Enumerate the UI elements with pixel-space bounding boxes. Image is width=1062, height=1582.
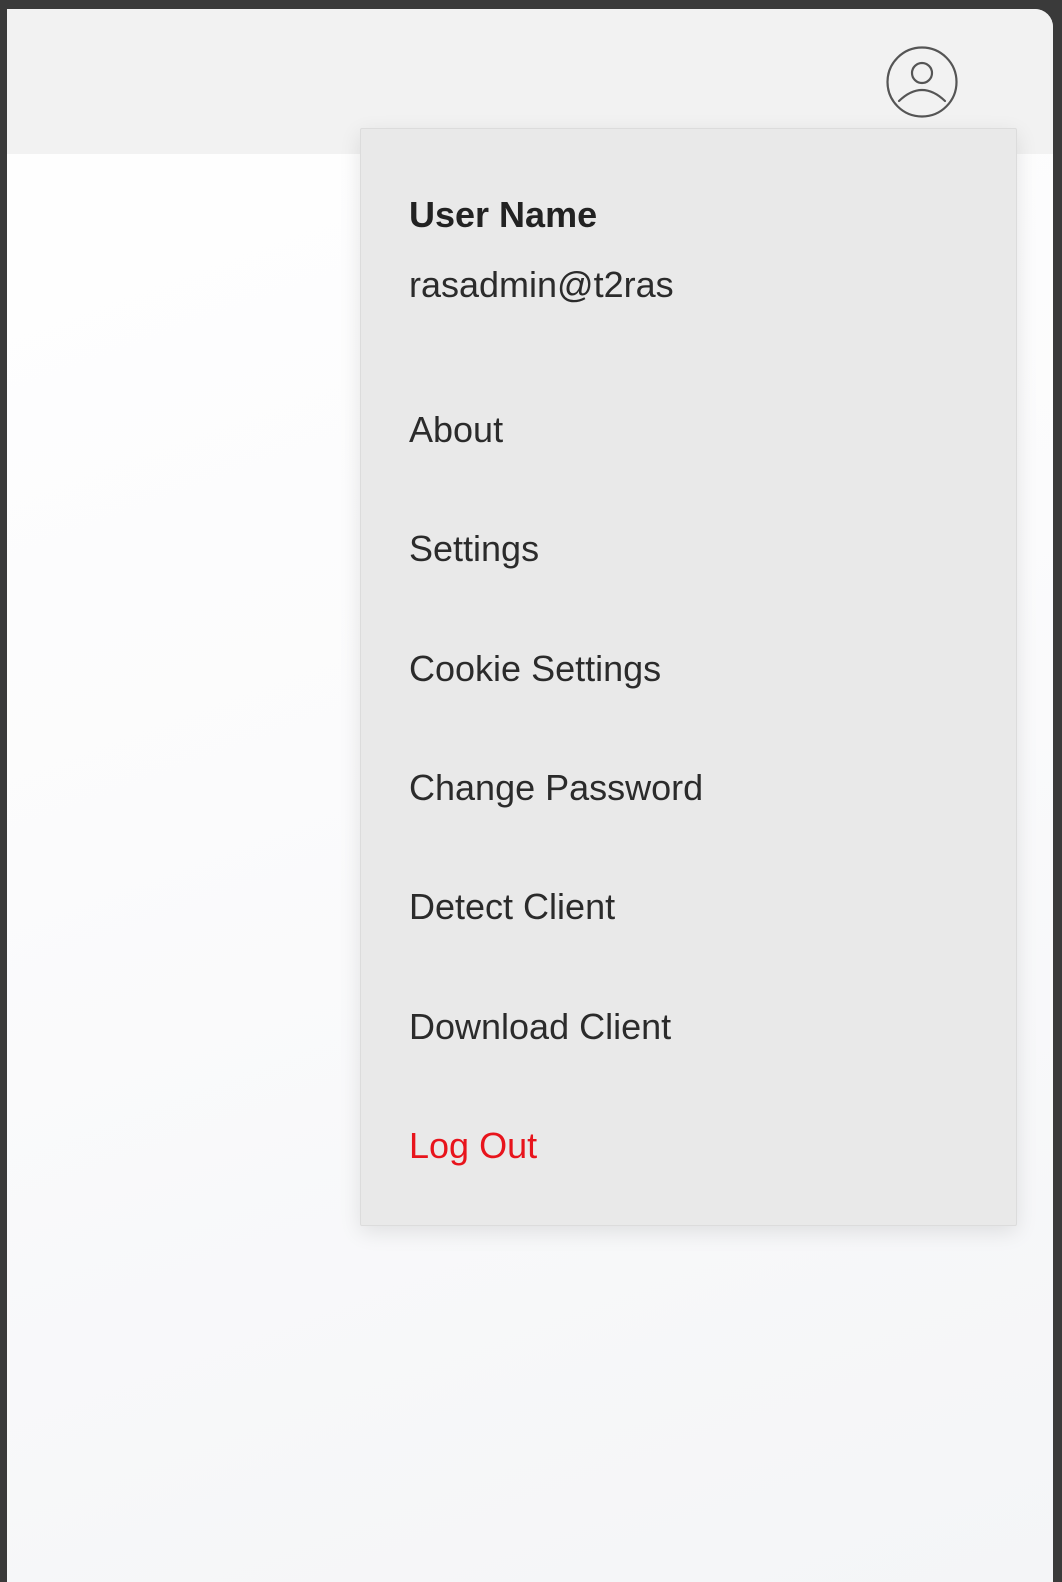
user-avatar-button[interactable] bbox=[885, 45, 959, 119]
user-menu-dropdown: User Name rasadmin@t2ras About Settings … bbox=[360, 128, 1017, 1226]
app-window: User Name rasadmin@t2ras About Settings … bbox=[7, 9, 1053, 1582]
user-circle-icon bbox=[886, 46, 958, 118]
menu-item-log-out[interactable]: Log Out bbox=[361, 1096, 1016, 1196]
menu-item-about[interactable]: About bbox=[361, 380, 1016, 480]
menu-item-cookie-settings[interactable]: Cookie Settings bbox=[361, 619, 1016, 719]
user-name-label: User Name bbox=[409, 194, 598, 235]
menu-item-detect-client[interactable]: Detect Client bbox=[361, 857, 1016, 957]
menu-item-settings[interactable]: Settings bbox=[361, 499, 1016, 599]
menu-item-change-password[interactable]: Change Password bbox=[361, 738, 1016, 838]
user-name-value: rasadmin@t2ras bbox=[409, 264, 674, 305]
menu-item-download-client[interactable]: Download Client bbox=[361, 977, 1016, 1077]
